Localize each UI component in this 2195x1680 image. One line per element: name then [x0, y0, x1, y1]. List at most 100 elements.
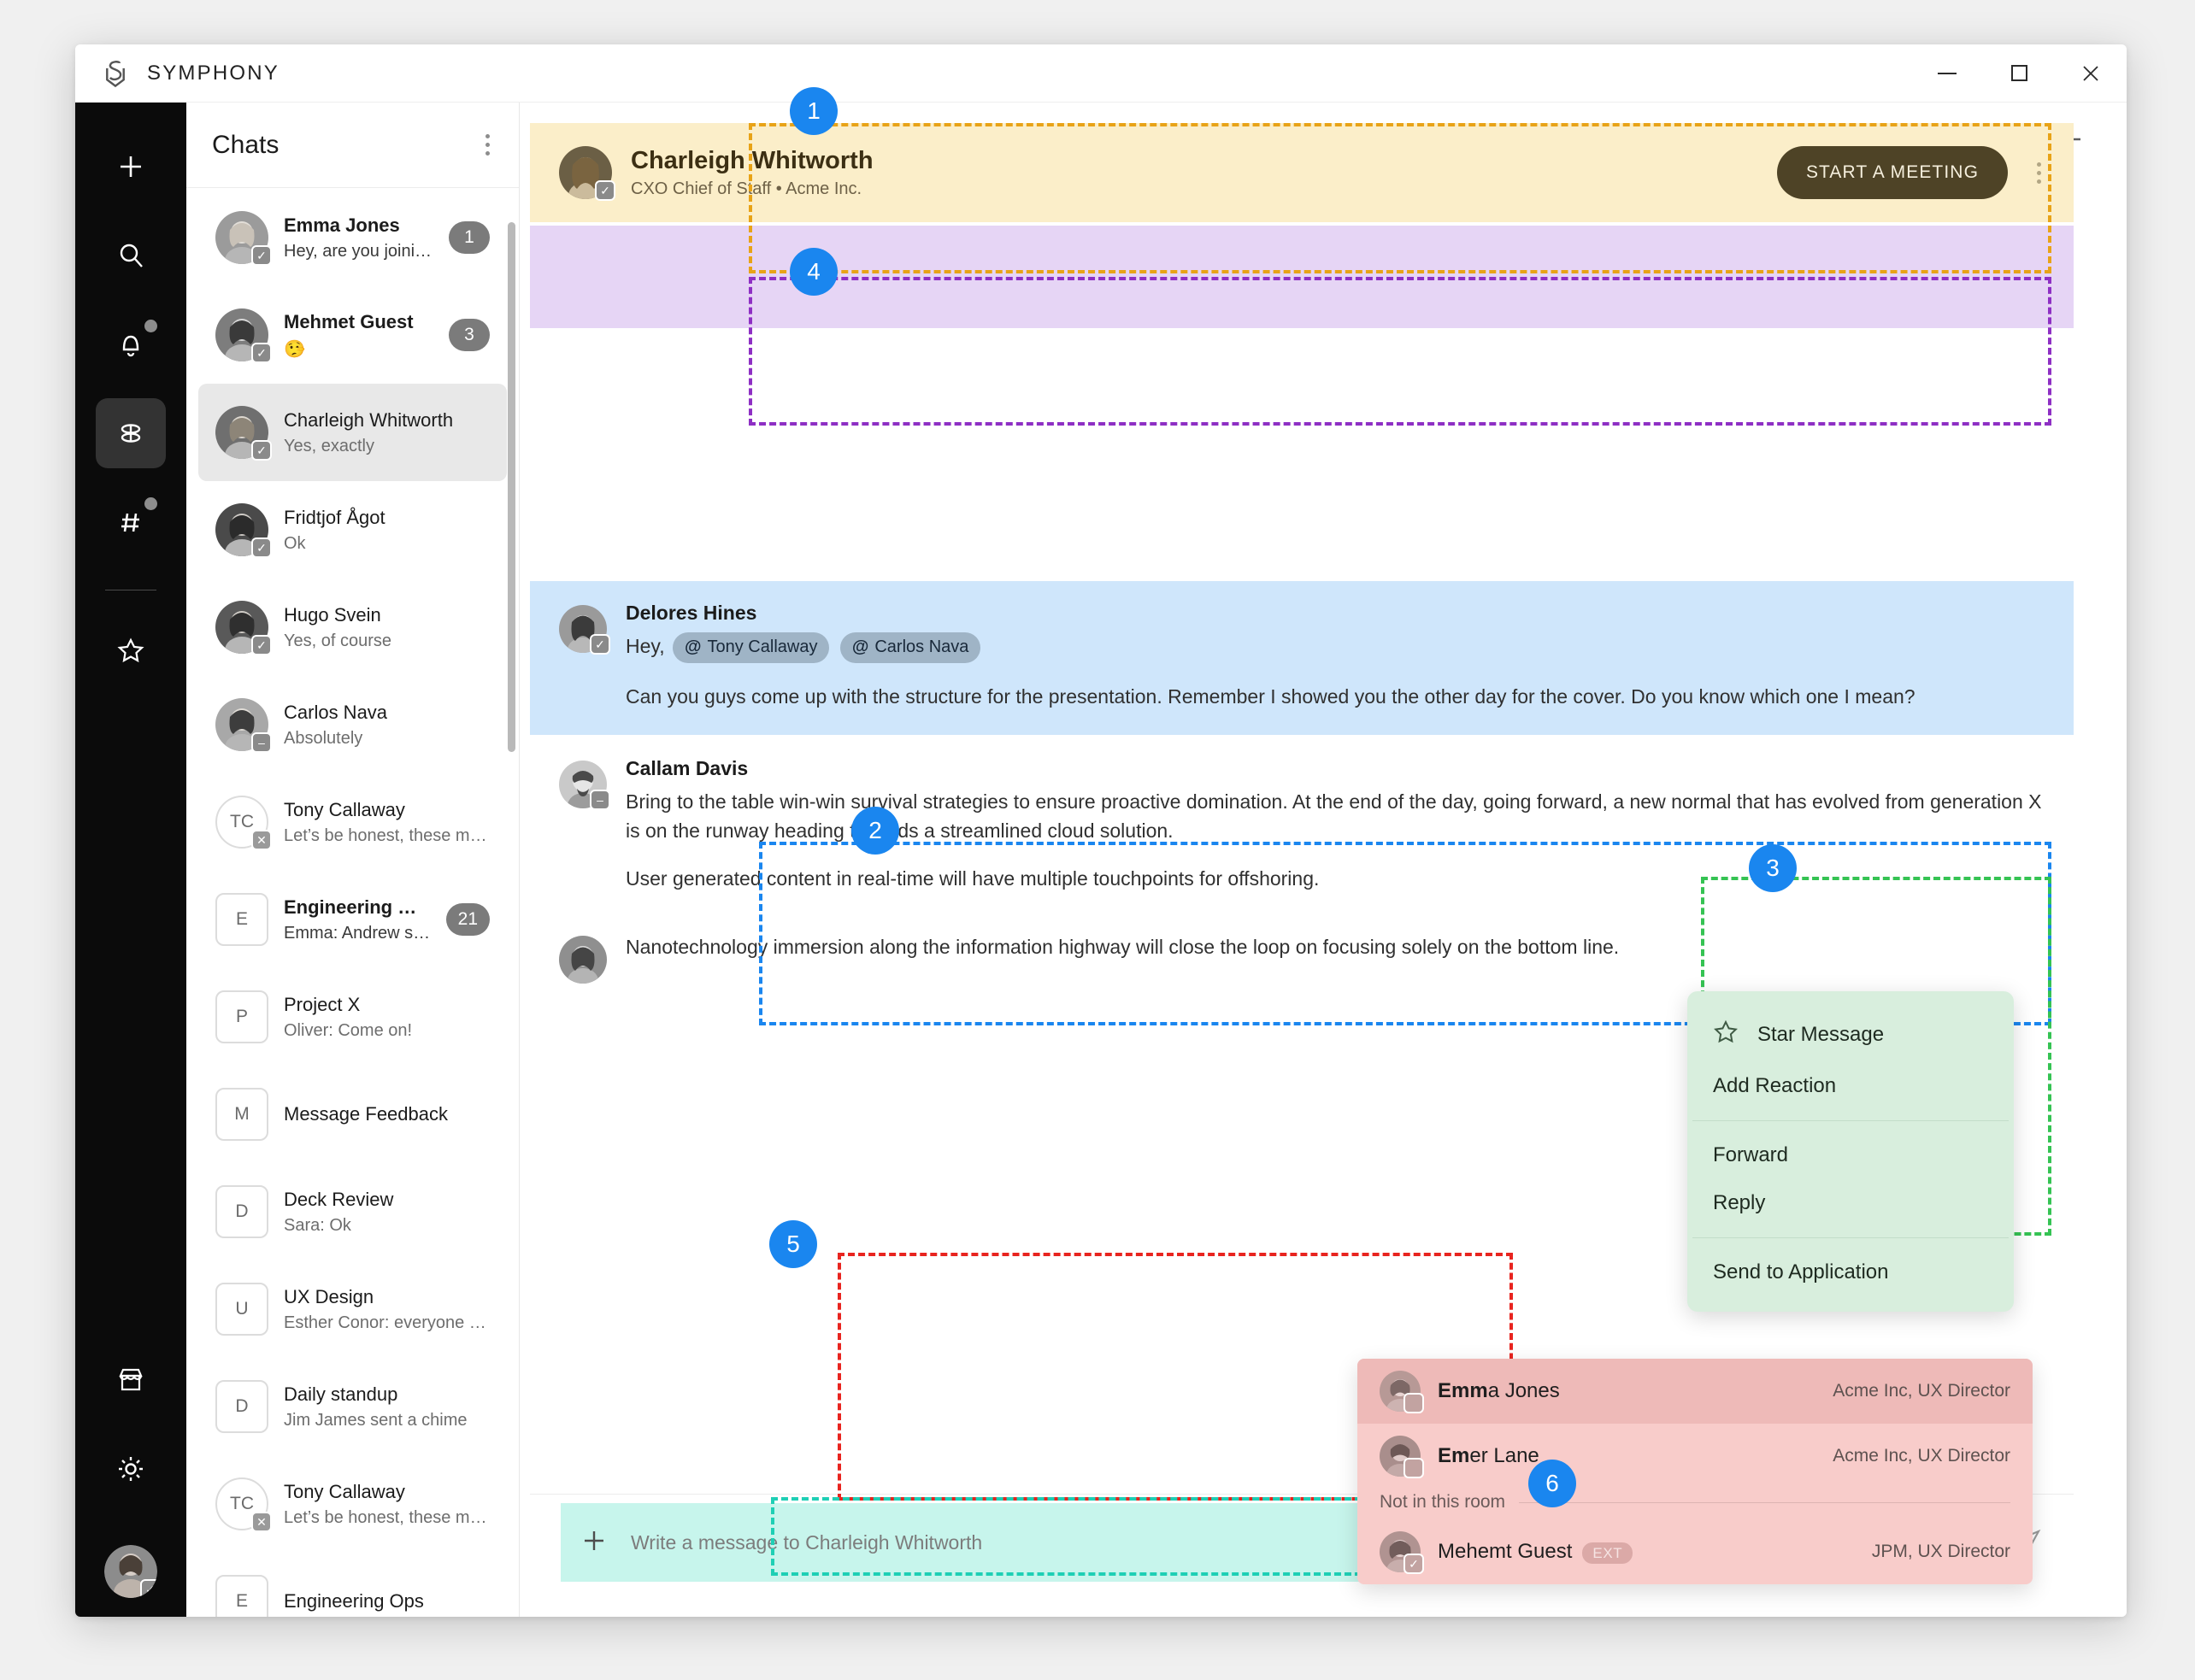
chat-avatar: ✓	[215, 601, 272, 655]
chat-list-item[interactable]: ✓ Mehmet Guest 🤥 3	[198, 286, 507, 384]
chat-avatar: U	[215, 1283, 268, 1336]
mention-option[interactable]: ✓ Mehemt Guest EXT JPM, UX Director	[1357, 1519, 2033, 1584]
mention-match: Em	[1438, 1444, 1470, 1467]
chat-item-name: Engineering Ops	[284, 1590, 424, 1612]
section-divider	[1519, 1501, 2010, 1503]
context-menu-item-star-message[interactable]: Star Message	[1687, 1007, 2014, 1062]
presence-badge: ✓	[251, 537, 272, 558]
message-highlighted-region: ✓ Delores Hines Hey, @ Tony Callaway @ Car…	[530, 581, 2074, 735]
context-menu-label: Add Reaction	[1713, 1074, 1837, 1097]
chat-item-preview: Absolutely	[284, 728, 363, 748]
conversation-menu-kebab-icon[interactable]	[2030, 156, 2048, 191]
chat-list-menu-kebab-icon[interactable]	[479, 127, 497, 162]
context-menu-label: Reply	[1713, 1191, 1766, 1214]
avatar-initials: M	[215, 1088, 268, 1141]
brand: SYMPHONY	[75, 59, 280, 88]
chat-list-item[interactable]: M Message Feedback	[198, 1066, 507, 1163]
mention-option[interactable]: Emer Lane Acme Inc, UX Director	[1357, 1424, 2033, 1489]
message-line: Bring to the table win-win survival stra…	[626, 790, 2042, 842]
context-menu-item-send-to-application[interactable]: Send to Application	[1687, 1248, 2014, 1296]
chat-item-preview: Yes, of course	[284, 631, 392, 650]
message-body: Delores Hines Hey, @ Tony Callaway @ Carlo…	[626, 602, 2045, 711]
current-user-avatar[interactable]: ✓	[104, 1545, 157, 1598]
starred-star-icon[interactable]	[96, 614, 166, 684]
brand-name: SYMPHONY	[147, 61, 280, 85]
message-line: Can you guys come up with the structure …	[626, 684, 1915, 708]
start-meeting-button[interactable]: START A MEETING	[1776, 146, 2008, 199]
avatar-initials: D	[215, 1380, 268, 1433]
message-avatar: ✓	[559, 605, 610, 655]
chat-list-item[interactable]: ✓ Hugo Svein Yes, of course	[198, 579, 507, 676]
chat-avatar: ✓	[215, 503, 272, 558]
chat-list-item[interactable]: E Engineering Ops Emma: Andrew should know…	[198, 871, 507, 968]
external-badge: EXT	[1582, 1542, 1633, 1564]
mention-section-label: Not in this room	[1380, 1492, 1506, 1512]
notifications-bell-icon[interactable]	[96, 309, 166, 379]
chat-item-text: Project X Oliver: Come on!	[284, 994, 490, 1041]
chat-item-name: Engineering Ops	[284, 896, 431, 918]
chat-item-name: UX Design	[284, 1285, 374, 1307]
message-author: Delores Hines	[626, 602, 757, 624]
chat-list-scrollbar[interactable]	[508, 222, 515, 752]
mention-avatar: ✓	[1380, 1531, 1424, 1574]
chat-list-item[interactable]: TC ✕ Tony Callaway Let’s be honest, these m…	[198, 1455, 507, 1553]
minimize-icon[interactable]	[1911, 44, 1983, 103]
chat-list-item[interactable]: ✓ Emma Jones Hey, are you joining the meet…	[198, 189, 507, 286]
message-line: User generated content in real-time will…	[626, 866, 1320, 890]
chat-item-name: Tony Callaway	[284, 1480, 405, 1502]
chat-list-item[interactable]: E Engineering Ops	[198, 1553, 507, 1617]
presence-badge: ✕	[251, 1512, 272, 1532]
chat-item-name: Emma Jones	[284, 214, 400, 236]
chat-avatar: D	[215, 1185, 268, 1238]
settings-gear-icon[interactable]	[96, 1434, 166, 1504]
close-icon[interactable]	[2055, 44, 2127, 103]
composer-plus-icon[interactable]	[580, 1526, 609, 1560]
context-menu-divider	[1692, 1120, 2009, 1121]
chat-list-item[interactable]: U UX Design Esther Conor: everyone take th…	[198, 1260, 507, 1358]
create-icon[interactable]	[96, 132, 166, 202]
at-icon: @	[684, 637, 702, 657]
chat-list-item[interactable]: TC ✕ Tony Callaway Let’s be honest, these m…	[198, 773, 507, 871]
mention-match: Emm	[1438, 1379, 1488, 1402]
presence-badge: ✓	[251, 343, 272, 363]
chat-item-name: Message Feedback	[284, 1103, 448, 1125]
chat-item-preview: Sara: Ok	[284, 1215, 351, 1235]
chat-list-item[interactable]: ✓ Charleigh Whitworth Yes, exactly	[198, 384, 507, 481]
presence-badge: –	[590, 789, 610, 810]
chat-list-item[interactable]: P Project X Oliver: Come on!	[198, 968, 507, 1066]
mention-rest: Mehemt Guest	[1438, 1540, 1573, 1563]
chat-item-preview: Yes, exactly	[284, 436, 374, 455]
context-menu-item-add-reaction[interactable]: Add Reaction	[1687, 1062, 2014, 1110]
chats-icon[interactable]	[96, 398, 166, 468]
chat-avatar: E	[215, 1575, 268, 1617]
mention-chip[interactable]: @ Carlos Nava	[839, 632, 981, 663]
rooms-hash-icon[interactable]	[96, 487, 166, 557]
mention-chip[interactable]: @ Tony Callaway	[672, 632, 830, 663]
chat-item-text: Daily standup Jim James sent a chime	[284, 1383, 490, 1430]
chat-list-item[interactable]: ✓ Fridtjof Ågot Ok	[198, 481, 507, 579]
context-menu-item-forward[interactable]: Forward	[1687, 1131, 2014, 1179]
message-context-menu: Star Message Add Reaction Forward Reply …	[1687, 991, 2014, 1312]
pinned-area-region	[530, 226, 2074, 328]
avatar-initials: D	[215, 1185, 268, 1238]
context-menu-item-reply[interactable]: Reply	[1687, 1179, 2014, 1227]
chat-item-text: Engineering Ops	[284, 1590, 490, 1612]
mention-option[interactable]: Emma Jones Acme Inc, UX Director	[1357, 1359, 2033, 1424]
chat-item-text: Charleigh Whitworth Yes, exactly	[284, 409, 490, 456]
chat-item-name: Project X	[284, 993, 361, 1015]
chat-list-item[interactable]: D Deck Review Sara: Ok	[198, 1163, 507, 1260]
marketplace-icon[interactable]	[96, 1345, 166, 1415]
maximize-icon[interactable]	[1983, 44, 2055, 103]
unread-badge: 21	[445, 903, 490, 936]
chat-item-name: Daily standup	[284, 1383, 398, 1405]
chat-list-item[interactable]: – Carlos Nava Absolutely	[198, 676, 507, 773]
presence-badge: ✓	[140, 1579, 157, 1598]
message-input-placeholder: Write a message to Charleigh Whitworth	[631, 1530, 983, 1554]
message-item: – Callam Davis Bring to the table win-wi…	[530, 749, 2074, 902]
step-marker-5: 5	[769, 1220, 817, 1268]
presence-badge: ✓	[251, 635, 272, 655]
chat-item-text: UX Design Esther Conor: everyone take the…	[284, 1286, 490, 1333]
conversation-subtitle: CXO Chief of Staff • Acme Inc.	[631, 179, 862, 198]
chat-list-item[interactable]: D Daily standup Jim James sent a chime	[198, 1358, 507, 1455]
search-icon[interactable]	[96, 220, 166, 291]
